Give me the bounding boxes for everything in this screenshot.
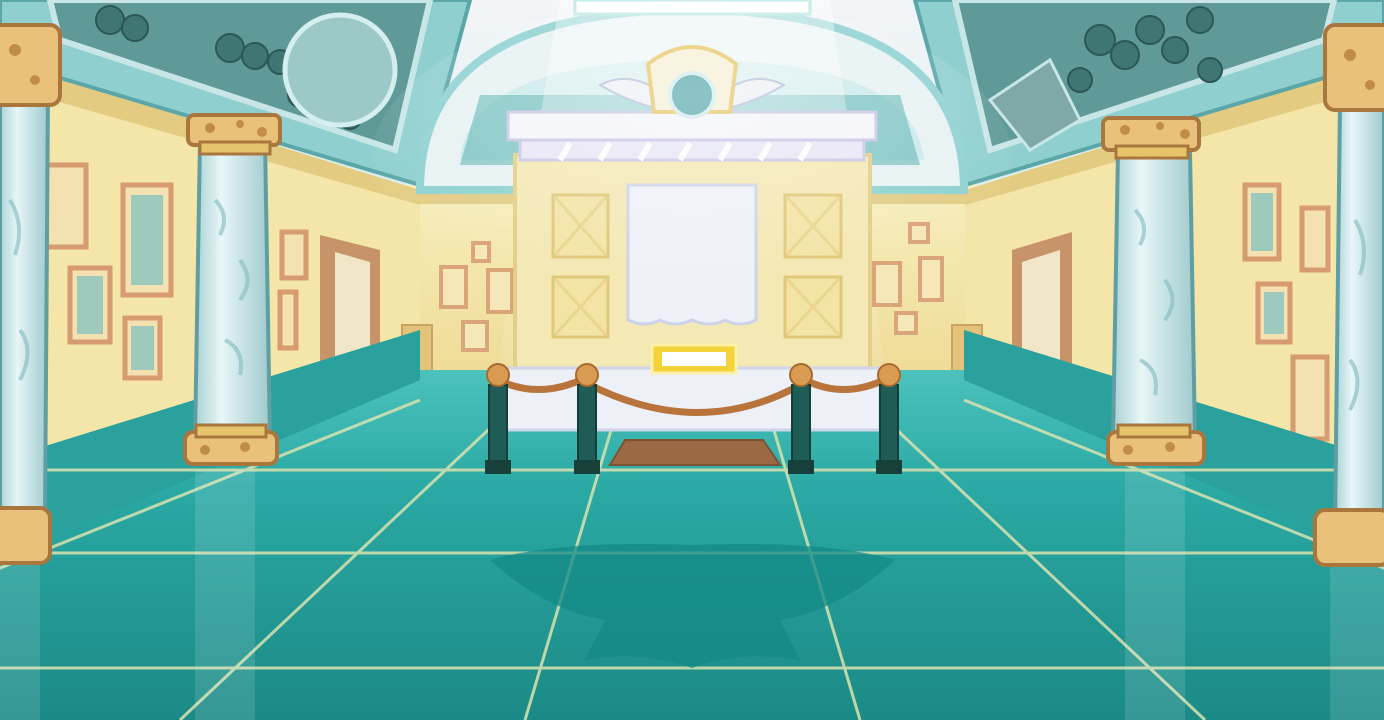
exhibit-pedestal	[503, 366, 882, 432]
stanchion-post	[876, 363, 902, 474]
ammonite-fossil	[282, 12, 398, 128]
museum-scene	[0, 0, 1384, 720]
stanchion-post	[485, 363, 511, 474]
marble-column	[1101, 116, 1206, 466]
stanchion-post	[574, 363, 600, 474]
floor-mat	[608, 439, 782, 466]
stanchion-post	[788, 363, 814, 474]
museum-hall-illustration	[0, 0, 1384, 720]
marble-column	[183, 113, 282, 466]
